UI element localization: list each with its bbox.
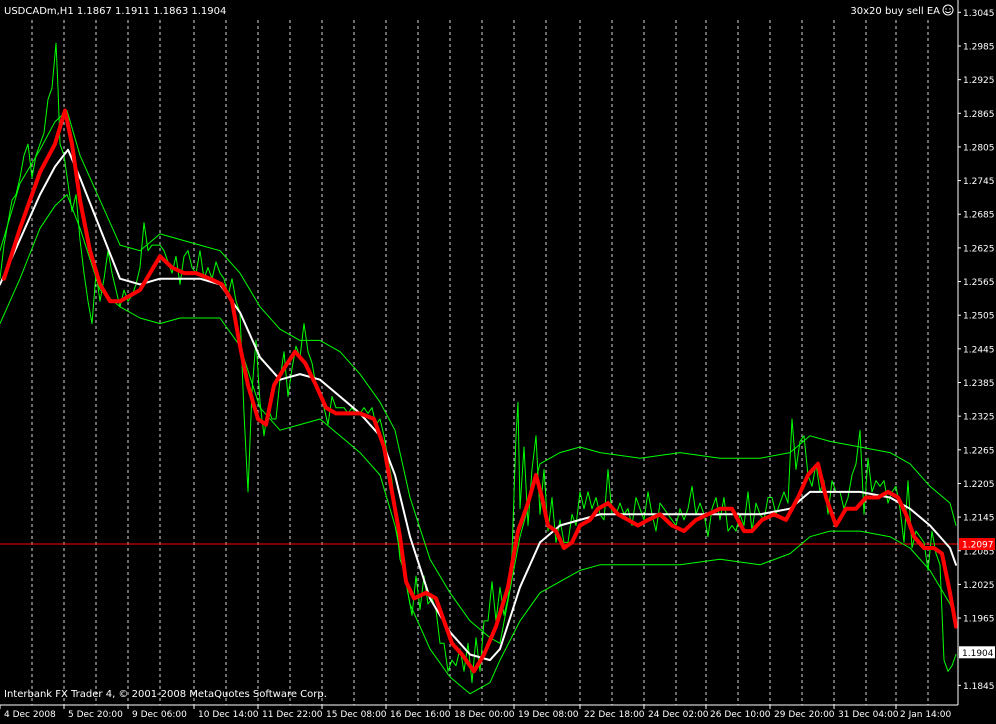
x-tick-label: 15 Dec 08:00	[326, 710, 387, 720]
y-tick-label: 1.1965	[963, 615, 995, 625]
x-tick-label: 19 Dec 08:00	[518, 710, 579, 720]
y-tick-label: 1.2865	[963, 110, 995, 120]
y-tick-label: 1.2325	[963, 413, 995, 423]
price-axis: 1.3045 1.2985 1.2925 1.2865 1.2805 1.2745 1.26…	[958, 9, 995, 692]
chart-window[interactable]: 1.3045 1.2985 1.2925 1.2865 1.2805 1.2745 1.26…	[0, 0, 996, 720]
svg-text:1.1904: 1.1904	[962, 649, 994, 659]
y-tick-label: 1.2205	[963, 480, 995, 490]
y-tick-label: 1.2145	[963, 514, 995, 524]
svg-text:1.2097: 1.2097	[962, 541, 994, 551]
x-tick-label: 9 Dec 06:00	[132, 710, 187, 720]
x-tick-label: 16 Dec 16:00	[390, 710, 451, 720]
footer-copyright: Interbank FX Trader 4, © 2001-2008 MetaQ…	[4, 689, 327, 700]
x-tick-label: 11 Dec 22:00	[262, 710, 323, 720]
y-tick-label: 1.2385	[963, 379, 995, 389]
expert-advisor-label: 30x20 buy sell EA	[850, 6, 940, 17]
level-price-box: 1.2097	[959, 538, 995, 551]
x-tick-label: 10 Dec 14:00	[198, 710, 259, 720]
y-tick-label: 1.2625	[963, 244, 995, 254]
y-tick-label: 1.2445	[963, 345, 995, 355]
x-tick-label: 22 Dec 18:00	[584, 710, 645, 720]
x-tick-label: 5 Dec 20:00	[68, 710, 123, 720]
y-tick-label: 1.2505	[963, 312, 995, 322]
y-tick-label: 1.2265	[963, 446, 995, 456]
x-tick-label: 18 Dec 00:00	[454, 710, 515, 720]
x-tick-label: 24 Dec 02:00	[648, 710, 709, 720]
y-tick-label: 1.2805	[963, 143, 995, 153]
y-tick-label: 1.2745	[963, 177, 995, 187]
x-tick-label: 31 Dec 04:00	[838, 710, 899, 720]
y-tick-label: 1.2985	[963, 42, 995, 52]
chart-header: USDCADm,H1 1.1867 1.1911 1.1863 1.1904	[4, 6, 226, 17]
y-tick-label: 1.2685	[963, 211, 995, 221]
x-tick-label: 4 Dec 2008	[4, 710, 56, 720]
y-tick-label: 1.2925	[963, 76, 995, 86]
x-tick-label: 26 Dec 10:00	[710, 710, 771, 720]
price-chart[interactable]: 1.3045 1.2985 1.2925 1.2865 1.2805 1.2745 1.26…	[0, 0, 996, 720]
x-tick-label: 2 Jan 14:00	[900, 710, 952, 720]
current-price-box: 1.1904	[959, 646, 995, 659]
y-tick-label: 1.1845	[963, 682, 995, 692]
y-tick-label: 1.2565	[963, 278, 995, 288]
x-tick-label: 29 Dec 20:00	[774, 710, 835, 720]
y-tick-label: 1.3045	[963, 9, 995, 19]
chart-background	[0, 0, 996, 720]
y-tick-label: 1.2025	[963, 581, 995, 591]
